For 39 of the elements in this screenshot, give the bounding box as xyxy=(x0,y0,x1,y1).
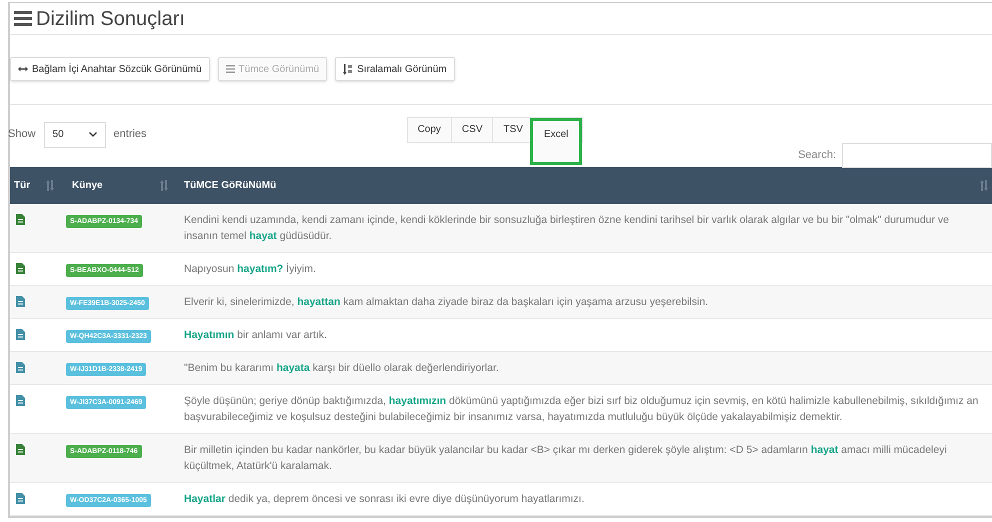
document-icon xyxy=(16,214,25,225)
sentence-text: Hayatlar dedik ya, deprem öncesi ve sonrası iki evre diye düşünüyorum hayatlarımızı. xyxy=(184,493,584,505)
show-label: Show xyxy=(8,127,36,142)
sort-icon[interactable] xyxy=(160,180,168,191)
page-title: Dizilim Sonuçları xyxy=(36,6,185,32)
column-header[interactable]: Künye xyxy=(72,178,103,193)
sort-icon[interactable] xyxy=(980,180,988,191)
chevron-down-icon xyxy=(88,132,97,138)
document-icon xyxy=(16,263,25,274)
document-icon xyxy=(16,362,25,373)
sentence-text: Napıyosun hayatım? İyiyim. xyxy=(184,263,316,275)
sentence-text: Kendini kendi uzamında, kendi zamanı içinde, kendi köklerinde bir sonsuzluğa birleştiren özne kendini tarihsel bir varlık olarak algılar ve bu bir "olmak" durumudur ve insanın temel hayat güdüsüdür. xyxy=(184,214,950,242)
document-icon xyxy=(16,329,25,340)
entries-label: entries xyxy=(114,127,147,142)
sentence-text: Şöyle düşünün; geriye dönüp baktığımızda, hayatımızın dökümünü yaptığımızda eğer bizi sırf biz olduğumuz için sevmiş, en kötü halimizle kabullenebilmiş, sıkıldığımız an başvurabileceğimiz ve koşulsuz desteğini bulabileceğimiz bir insanımız varsa, hayatımızda mutluluğu büyük ölçüde yakalayabilmişiz demektir. xyxy=(184,395,978,423)
export-button[interactable]: Excel xyxy=(530,118,582,165)
document-icon xyxy=(16,444,25,455)
sentence-text: Hayatımın bir anlamı var artık. xyxy=(184,329,327,341)
sort-icon[interactable] xyxy=(46,180,54,191)
column-header[interactable]: TüMCE GöRüNüMü xyxy=(184,178,276,193)
document-icon xyxy=(16,296,25,307)
sentence-text: Bir milletin içinden bu kadar nankörler, bu kadar büyük yalancılar bu kadar <B> çıkar mı derken giderek şöyle alıştım: <D 5> adamların hayat amacı milli mücadeleyi küçültmek, Atatürk'ü karalamak. xyxy=(184,444,947,472)
page-length-select[interactable]: 50 xyxy=(44,122,106,148)
double-arrow-icon xyxy=(18,66,28,72)
export-button[interactable]: Copy xyxy=(408,118,451,142)
menu-icon xyxy=(226,65,235,74)
document-icon xyxy=(16,493,25,504)
list-icon xyxy=(14,11,32,26)
search-label: Search: xyxy=(798,148,836,163)
export-button[interactable]: CSV xyxy=(450,118,492,142)
document-icon xyxy=(16,395,25,406)
export-button[interactable]: TSV xyxy=(492,118,533,142)
search-field[interactable] xyxy=(842,142,992,168)
sentence-text: "Benim bu kararımı hayata karşı bir düello olarak değerlendiriyorlar. xyxy=(184,362,499,374)
view-button[interactable]: Bağlam İçi Anahtar Sözcük Görünümü xyxy=(10,57,210,82)
sentence-text: Elverir ki, sinelerimizde, hayattan kam almaktan daha ziyade biraz da başkaları için yaşama arzusu yeşerebilsin. xyxy=(184,296,708,308)
sort-icon xyxy=(343,64,354,75)
view-button[interactable]: Sıralamalı Görünüm xyxy=(335,57,455,82)
column-header[interactable]: Tür xyxy=(14,178,30,193)
